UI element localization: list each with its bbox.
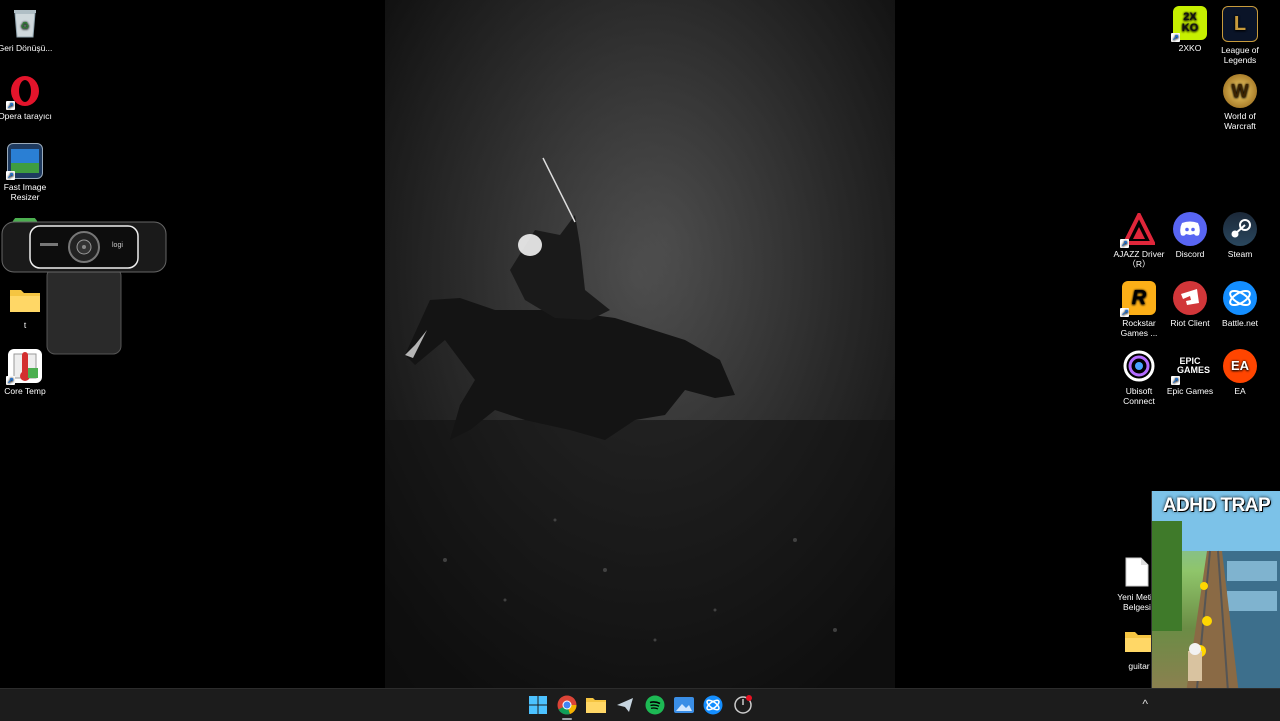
horseman-artwork [385, 0, 895, 688]
desktop-icon-battlenet[interactable]: Battle.net [1210, 281, 1270, 328]
2xko-glyph: 2X KO [1181, 11, 1199, 34]
shortcut-arrow-icon: ↗ [1171, 376, 1180, 385]
discord-icon [1173, 212, 1207, 246]
wow-glyph: W [1231, 81, 1249, 101]
steam-icon [617, 698, 633, 712]
riot-icon [1173, 281, 1207, 315]
opera-icon: ↗ [6, 74, 42, 110]
steam-icon [1223, 212, 1257, 246]
shortcut-arrow-icon: ↗ [6, 376, 15, 385]
desktop-icon-fast-image-resizer[interactable]: ↗ Fast Image Resizer [0, 143, 55, 202]
epic-icon: EPIC GAMES ↗ [1171, 349, 1211, 385]
ubisoft-icon [1122, 349, 1156, 383]
ajazz-icon: ↗ [1120, 212, 1156, 248]
subway-runner-scene [1152, 491, 1280, 720]
chrome-icon [557, 695, 577, 715]
desktop-icon-label: EA [1234, 386, 1246, 396]
shortcut-arrow-icon: ↗ [6, 101, 15, 110]
desktop-icon-steam[interactable]: Steam [1210, 212, 1270, 259]
riot-client-icon [734, 695, 752, 714]
desktop-icon-label: Steam [1227, 249, 1253, 259]
rockstar-icon: R ↗ [1120, 281, 1156, 317]
taskbar-file-explorer[interactable] [585, 694, 607, 716]
taskbar-battlenet[interactable] [702, 694, 724, 716]
image-resizer-icon: ↗ [6, 143, 43, 180]
desktop-icon-label: World of Warcraft [1224, 111, 1256, 131]
text-document-icon [1120, 555, 1154, 589]
ea-icon: EA [1223, 349, 1257, 383]
battlenet-icon [1223, 281, 1257, 315]
desktop-icon-world-of-warcraft[interactable]: W World of Warcraft [1210, 74, 1270, 131]
epic-glyph: EPIC GAMES [1177, 356, 1211, 375]
desktop-icon-ea[interactable]: EA EA [1210, 349, 1270, 396]
game-video-overlay: ADHD TRAP [1151, 491, 1280, 720]
webcam-overlay: logi [0, 214, 168, 358]
taskbar-photos[interactable] [673, 694, 695, 716]
photos-icon [674, 697, 694, 713]
shortcut-arrow-icon: ↗ [1171, 33, 1180, 42]
webcam-brand: logi [112, 242, 123, 249]
desktop-icon-opera[interactable]: ↗ Opera tarayıcı [0, 74, 55, 121]
rockstar-glyph: R [1131, 287, 1147, 309]
start-icon [529, 696, 547, 714]
desktop-icon-recycle-bin[interactable]: ♻ Geri Dönüşü... [0, 6, 55, 53]
spotify-icon [645, 695, 665, 715]
taskbar-spotify[interactable] [644, 694, 666, 716]
taskbar: ^ [0, 688, 1280, 721]
desktop-wallpaper [385, 0, 895, 688]
taskbar-steam[interactable] [614, 694, 636, 716]
desktop-icon-label: Core Temp [4, 386, 46, 396]
taskbar-riot-client[interactable] [732, 694, 754, 716]
file-explorer-icon [586, 698, 606, 713]
battlenet-icon [703, 695, 723, 715]
tray-overflow-chevron[interactable]: ^ [1142, 697, 1148, 711]
desktop-icon-label: Geri Dönüşü... [0, 43, 53, 53]
shortcut-arrow-icon: ↗ [1120, 308, 1129, 317]
recycle-bin-icon: ♻ [8, 6, 42, 40]
taskbar-chrome[interactable] [556, 694, 578, 720]
wow-icon: W [1223, 74, 1257, 108]
start-button[interactable] [527, 694, 549, 716]
shortcut-arrow-icon: ↗ [6, 171, 15, 180]
shortcut-arrow-icon: ↗ [1120, 239, 1129, 248]
desktop-icon-league-of-legends[interactable]: L League of Legends [1210, 6, 1270, 65]
svg-text:♻: ♻ [21, 21, 30, 32]
desktop-icon-label: Fast Image Resizer [3, 182, 47, 202]
desktop-icon-label: Battle.net [1222, 318, 1258, 328]
ea-glyph: EA [1230, 358, 1250, 373]
desktop-icon-label: League of Legends [1221, 45, 1259, 65]
desktop-icon-label: Opera tarayıcı [0, 111, 52, 121]
league-glyph: L [1233, 13, 1247, 35]
2xko-icon: 2X KO ↗ [1171, 6, 1207, 42]
game-overlay-title: ADHD TRAP [1162, 495, 1271, 516]
league-icon: L [1222, 6, 1258, 42]
